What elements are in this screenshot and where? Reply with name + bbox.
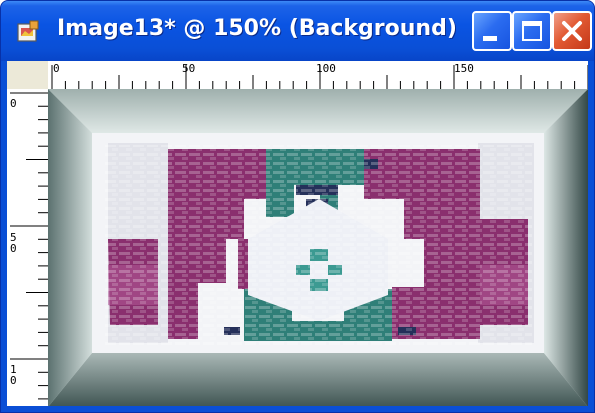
image-window: Image13* @ 150% (Background) 0 50 100 15… <box>0 0 595 413</box>
close-icon <box>562 21 582 41</box>
close-button[interactable] <box>552 11 592 51</box>
ruler-label-v50: 5 0 <box>10 231 17 255</box>
title-bar[interactable]: Image13* @ 150% (Background) <box>1 1 594 61</box>
minimize-button[interactable] <box>472 11 512 51</box>
ruler-label-v0: 0 <box>10 97 17 110</box>
image-document-icon[interactable] <box>15 19 41 45</box>
maximize-button[interactable] <box>512 11 552 51</box>
maximize-icon <box>522 21 542 41</box>
minimize-icon <box>483 36 497 41</box>
ruler-label-50: 50 <box>182 62 196 75</box>
window-title: Image13* @ 150% (Background) <box>57 16 457 41</box>
vertical-ruler[interactable]: 0 5 0 1 0 <box>7 89 48 406</box>
image-canvas[interactable] <box>48 89 588 406</box>
ruler-label-v100: 1 0 <box>10 363 17 387</box>
horizontal-ruler[interactable]: 0 50 100 150 <box>48 61 588 89</box>
ruler-label-100: 100 <box>316 62 336 75</box>
document-client-area: 0 50 100 150 0 5 0 1 0 <box>7 61 588 406</box>
ruler-label-0: 0 <box>53 62 60 75</box>
ruler-label-150: 150 <box>454 62 474 75</box>
woven-pattern-button-image <box>48 89 588 406</box>
ruler-corner <box>7 61 48 89</box>
